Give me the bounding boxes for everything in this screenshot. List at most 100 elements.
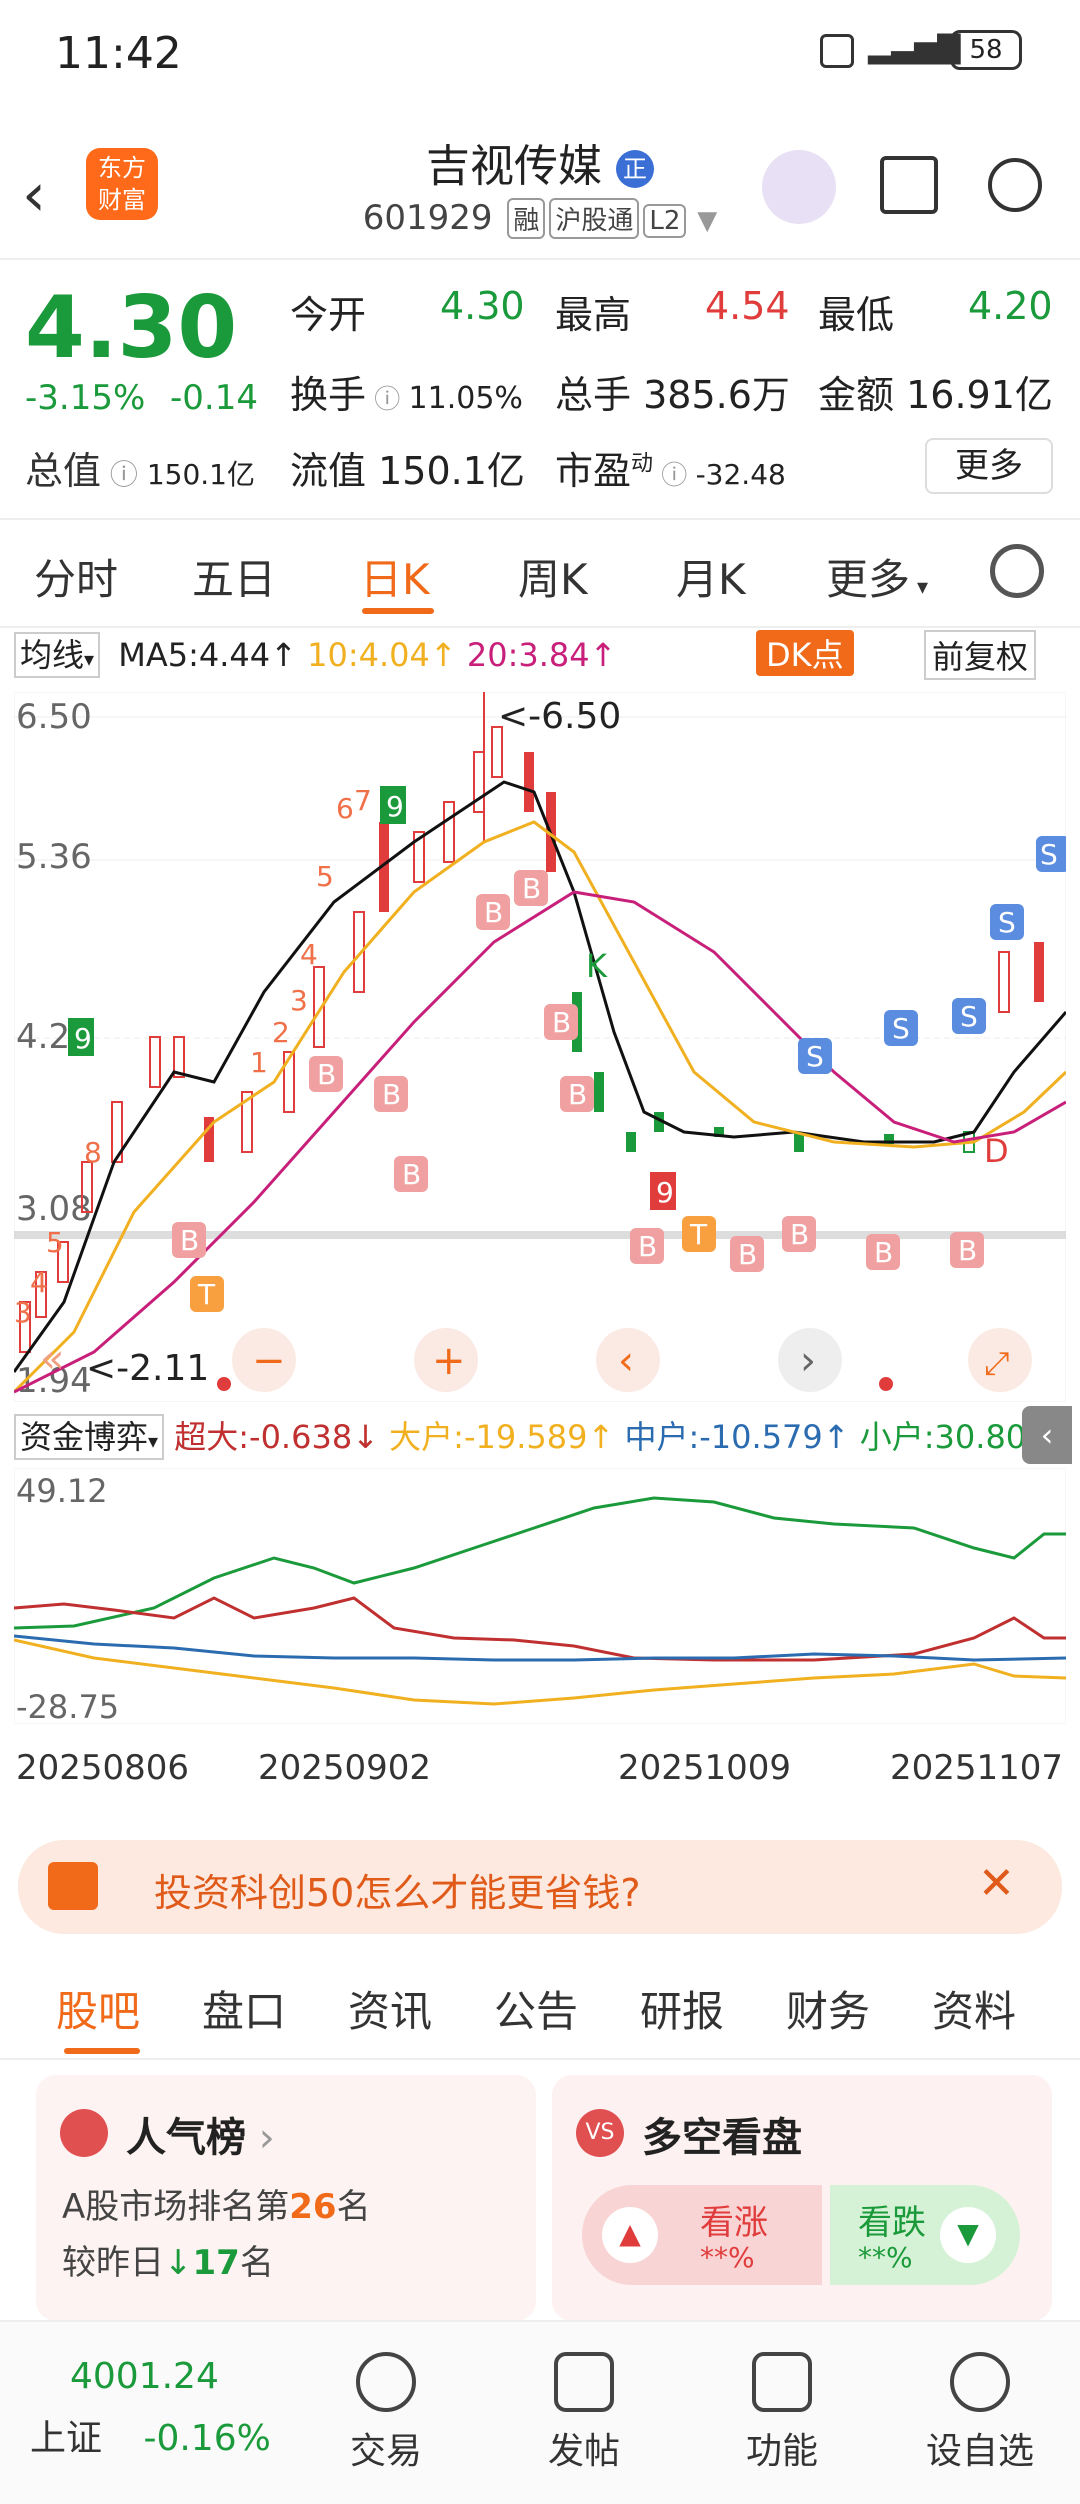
signal-icon: ▂▃▅▇	[868, 30, 961, 65]
chevron-left-icon: ‹	[618, 1338, 634, 1384]
ma5-value: MA5:4.44↑	[118, 636, 297, 674]
buy-marker: B	[382, 1078, 401, 1111]
verified-badge: 正	[616, 150, 654, 188]
count-marker: 7	[354, 784, 372, 817]
adjust-button[interactable]: 前复权	[924, 630, 1037, 680]
chevron-right-icon: ›	[246, 2115, 275, 2161]
high-value: 4.54	[705, 284, 790, 328]
promo-banner[interactable]: 投资科创50怎么才能更省钱? ✕	[18, 1840, 1062, 1934]
pe[interactable]: 市盈动 ⓘ -32.48	[555, 440, 786, 495]
count-marker: 5	[46, 1226, 64, 1259]
functions-button[interactable]: 功能	[712, 2352, 852, 2474]
tag-connect: 沪股通	[549, 198, 640, 239]
more-quote-button[interactable]: 更多	[925, 438, 1053, 494]
turnover[interactable]: 换手 ⓘ 11.05%	[290, 364, 523, 419]
tab-research[interactable]: 研报	[640, 1978, 724, 2039]
stock-name: 吉视传媒	[426, 141, 602, 192]
tab-daily-k[interactable]: 日K	[360, 546, 430, 607]
divider	[0, 258, 1080, 260]
marker-nine: 9	[386, 790, 404, 823]
close-icon[interactable]: ✕	[978, 1858, 1015, 1909]
rewind-icon[interactable]: «	[40, 1336, 64, 1382]
tab-more-label: 更多	[826, 555, 911, 604]
active-tab-indicator	[64, 2048, 140, 2054]
edit-icon	[554, 2352, 614, 2412]
tab-more[interactable]: 更多 ▾	[826, 546, 928, 607]
chevron-right-icon: ›	[800, 1338, 816, 1384]
long-short-title: 多空看盘	[642, 2115, 802, 2161]
buy-marker: B	[738, 1238, 757, 1271]
tab-profile[interactable]: 资料	[932, 1978, 1016, 2039]
vs-icon: VS	[576, 2109, 624, 2157]
caret-icon: ▾	[910, 575, 929, 600]
trade-button[interactable]: 交易	[316, 2352, 456, 2474]
tab-guba[interactable]: 股吧	[56, 1978, 140, 2039]
bearish-pct: **%	[858, 2241, 913, 2274]
status-bar: 11:42 ▂▃▅▇ 58	[0, 0, 1080, 110]
count-marker: 4	[30, 1266, 48, 1299]
fund-y-top: 49.12	[16, 1472, 108, 1510]
caret-icon: ▾	[84, 647, 95, 671]
info-icon[interactable]: ⓘ	[653, 461, 696, 491]
count-marker: 4	[300, 938, 318, 971]
tab-monthly-k[interactable]: 月K	[676, 546, 746, 607]
high-label: 最高	[555, 293, 632, 337]
mktcap[interactable]: 总值 ⓘ 150.1亿	[25, 440, 255, 495]
t-marker: T	[689, 1218, 708, 1251]
post-label: 发帖	[547, 2431, 620, 2472]
open-value: 4.30	[440, 284, 525, 328]
bearish-button[interactable]: 看跌 **% ▼	[830, 2185, 1020, 2285]
buy-marker: B	[180, 1224, 199, 1257]
fund-chart: 49.12 -28.75	[14, 1468, 1066, 1724]
tab-finance[interactable]: 财务	[786, 1978, 870, 2039]
tab-intraday[interactable]: 分时	[34, 546, 118, 607]
super-value: 超大:-0.638↓	[174, 1418, 379, 1456]
bullish-label: 看涨	[700, 2203, 768, 2243]
index-widget[interactable]: 4001.24 上证 -0.16%	[30, 2356, 290, 2461]
tab-news[interactable]: 资讯	[348, 1978, 432, 2039]
info-icon[interactable]: ⓘ	[101, 458, 147, 491]
popularity-card[interactable]: 人气榜 › A股市场排名第26名 较昨日↓17名	[36, 2075, 536, 2321]
rank-suffix: 名	[336, 2187, 371, 2227]
rank-icon	[60, 2109, 108, 2157]
dropdown-icon[interactable]: ▼	[697, 206, 717, 236]
tab-announcement[interactable]: 公告	[494, 1978, 578, 2039]
divider	[0, 626, 1080, 628]
divider	[0, 2058, 1080, 2060]
count-marker: 3	[14, 1296, 32, 1329]
timeframe-tabs: 分时 五日 日K 周K 月K 更多 ▾	[0, 520, 1080, 628]
expand-icon: ⤢	[984, 1344, 1010, 1382]
long-short-card[interactable]: VS 多空看盘 ▲ 看涨 **% 看跌 **% ▼	[552, 2075, 1052, 2321]
kline-chart[interactable]: 6.50 5.36 4.22 3.08 1.94 <-6.50 <-2.11 9…	[14, 692, 1066, 1402]
mktcap-value: 150.1亿	[146, 458, 255, 491]
volume: 总手 385.6万	[555, 364, 790, 419]
info-icon[interactable]: ⓘ	[366, 385, 409, 415]
date-label: 20251107	[890, 1748, 1064, 1788]
search-icon[interactable]	[988, 158, 1042, 212]
tab-pankou[interactable]: 盘口	[202, 1978, 286, 2039]
marker-nine: 9	[74, 1022, 92, 1055]
bullish-button[interactable]: ▲ 看涨 **%	[582, 2185, 822, 2285]
dk-button[interactable]: DK点	[756, 630, 854, 676]
amount-label: 金额	[818, 373, 895, 417]
buy-marker: B	[484, 896, 503, 929]
add-watchlist-button[interactable]: 设自选	[910, 2352, 1050, 2474]
post-button[interactable]: 发帖	[514, 2352, 654, 2474]
settings-icon[interactable]	[990, 544, 1044, 598]
banner-text[interactable]: 投资科创50怎么才能更省钱?	[154, 1862, 641, 1917]
buy-marker: B	[522, 872, 541, 905]
tab-five-day[interactable]: 五日	[192, 546, 276, 607]
assistant-avatar[interactable]	[762, 150, 836, 224]
ma-select[interactable]: 均线▾	[14, 632, 101, 678]
mid-value: 中户:-10.579↑	[624, 1418, 850, 1456]
index-change: -0.16%	[143, 2418, 271, 2459]
tab-weekly-k[interactable]: 周K	[518, 546, 588, 607]
y-label: 6.50	[16, 697, 92, 737]
popularity-title-text: 人气榜	[126, 2115, 246, 2161]
collapse-arrow-icon[interactable]: ‹	[1022, 1406, 1072, 1464]
stock-code: 601929	[362, 198, 493, 238]
rank-change-value: 17	[192, 2243, 240, 2283]
fund-select[interactable]: 资金博弈▾	[14, 1414, 165, 1460]
volume-value: 385.6万	[643, 373, 790, 417]
share-icon[interactable]	[880, 156, 938, 214]
